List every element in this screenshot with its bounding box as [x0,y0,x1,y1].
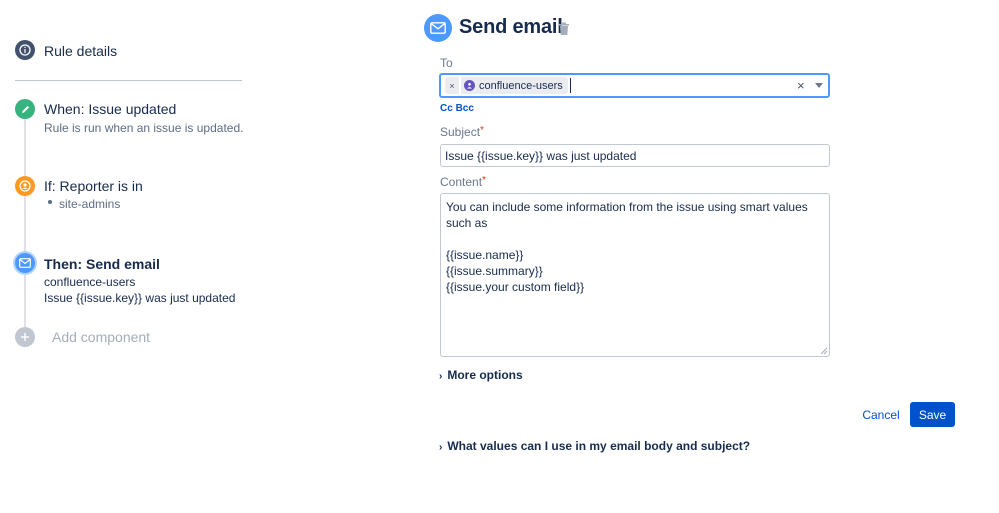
resize-handle-icon[interactable] [820,347,828,355]
user-icon[interactable] [15,176,35,196]
help-toggle-label: What values can I use in my email body a… [447,439,751,453]
chip-label: confluence-users [479,79,563,92]
action-subject: Issue {{issue.key}} was just updated [44,291,236,305]
bullet-icon [48,200,52,204]
chevron-down-icon[interactable] [815,83,823,88]
more-options-toggle[interactable]: › More options [439,368,523,382]
to-field[interactable]: × confluence-users × [439,73,830,98]
chip-body: confluence-users [461,77,568,94]
add-component-button[interactable]: Add component [52,329,150,345]
divider [15,80,242,81]
trash-icon[interactable] [558,22,570,36]
bcc-link[interactable]: Bcc [456,103,474,114]
required-marker: * [482,175,486,186]
help-toggle[interactable]: › What values can I use in my email body … [439,439,750,453]
chevron-right-icon: › [439,442,443,453]
condition-title[interactable]: If: Reporter is in [44,178,143,194]
condition-item: site-admins [59,197,121,211]
clear-icon[interactable]: × [797,78,805,93]
save-button[interactable]: Save [910,402,955,427]
plus-icon[interactable] [15,327,35,347]
cc-bcc-links: Cc Bcc [440,103,474,114]
content-textarea[interactable]: You can include some information from th… [440,193,830,357]
mail-icon[interactable] [15,253,35,273]
trigger-title[interactable]: When: Issue updated [44,101,176,117]
trigger-description: Rule is run when an issue is updated. [44,121,244,135]
subject-label-text: Subject [440,125,481,139]
cc-link[interactable]: Cc [440,103,453,114]
action-recipient: confluence-users [44,275,136,289]
content-label-text: Content [440,175,483,189]
rule-connector-line [24,108,26,336]
group-avatar-icon [464,80,475,91]
info-icon[interactable] [15,40,35,60]
cancel-button[interactable]: Cancel [856,403,906,427]
required-marker: * [480,125,484,136]
text-caret [570,78,571,93]
chip-remove-button[interactable]: × [445,77,459,94]
mail-icon [424,14,452,42]
rule-details-link[interactable]: Rule details [44,43,117,59]
content-label: Content* [440,175,486,189]
subject-label: Subject* [440,125,484,139]
pencil-icon[interactable] [15,99,35,119]
to-label: To [440,56,453,70]
subject-input[interactable] [440,144,830,167]
more-options-label: More options [447,368,523,382]
recipient-chip: × confluence-users [445,77,568,94]
page-title: Send email [459,16,563,38]
chevron-right-icon: › [439,371,443,382]
action-title[interactable]: Then: Send email [44,256,160,272]
